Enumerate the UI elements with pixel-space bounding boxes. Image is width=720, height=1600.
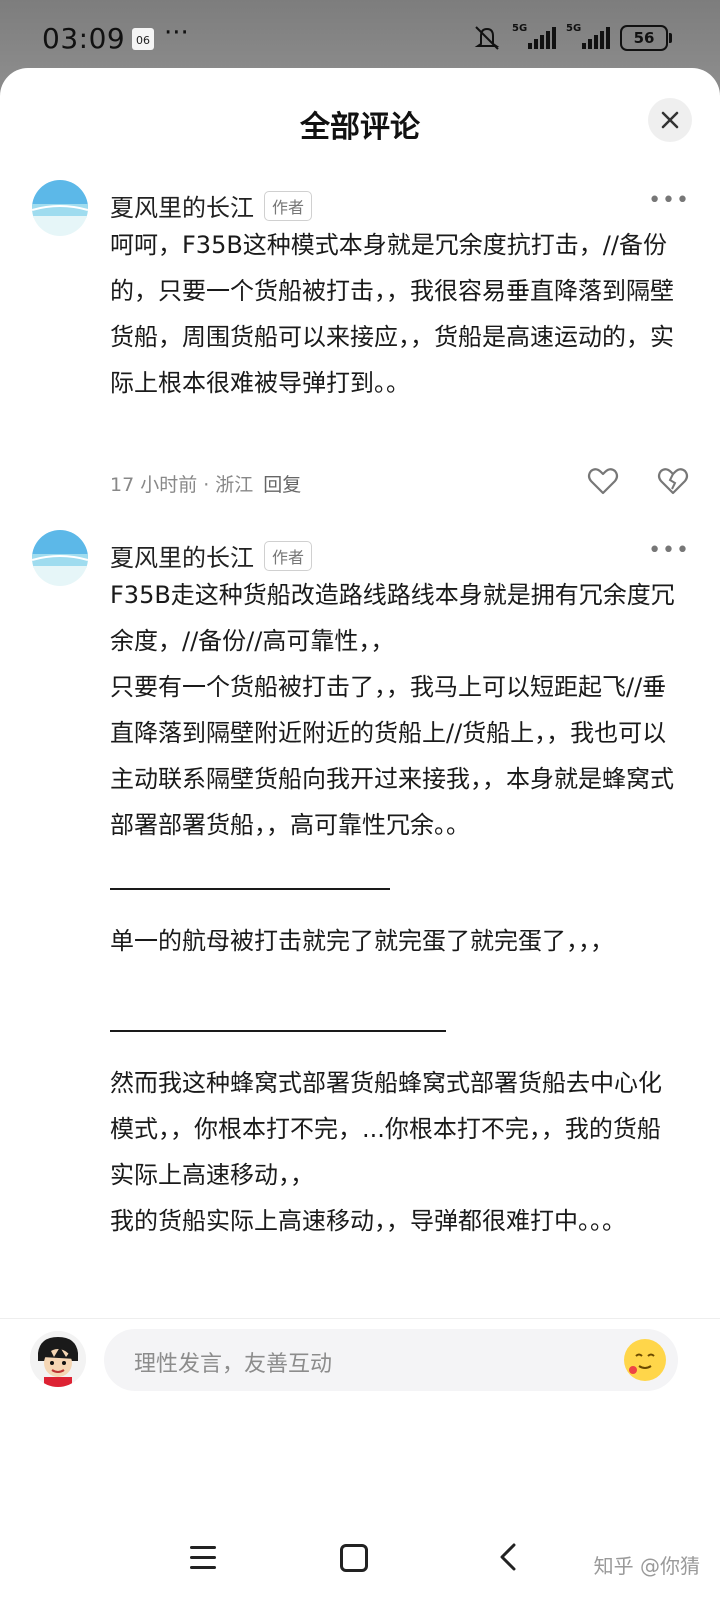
comment-text: 呵呵，F35B这种模式本身就是冗余度抗打击，//备份的，只要一个货船被打击，，我… xyxy=(110,231,674,397)
user-avatar[interactable] xyxy=(30,1331,86,1387)
comment-time: 17 小时前 xyxy=(110,474,198,496)
comment-meta: 17 小时前 · 浙江 回复 xyxy=(110,470,301,497)
close-icon xyxy=(661,111,679,129)
recent-apps-icon[interactable] xyxy=(190,1546,216,1569)
author-badge: 作者 xyxy=(264,190,313,221)
input-placeholder: 理性发言，友善互动 xyxy=(134,1352,333,1377)
author-row: 夏风里的长江 作者 xyxy=(110,188,313,223)
heart-icon xyxy=(587,468,619,495)
author-name[interactable]: 夏风里的长江 xyxy=(110,188,254,223)
author-badge: 作者 xyxy=(264,540,313,571)
signal-icon-2: 5G xyxy=(566,23,610,49)
back-icon[interactable] xyxy=(498,1542,518,1580)
status-icons: 5G 5G 56 xyxy=(472,23,672,51)
comment-paragraph-3: 然而我这种蜂窝式部署货船蜂窝式部署货船去中心化模式，，你根本打不完，...你根本… xyxy=(110,1069,662,1235)
home-icon[interactable] xyxy=(340,1544,368,1572)
like-button[interactable] xyxy=(586,464,620,498)
sheet-title: 全部评论 xyxy=(300,110,420,145)
comments-sheet: 全部评论 夏风里的长江 作者 ••• 呵呵，F35B这种模式本身就是冗余度抗打击… xyxy=(0,68,720,1600)
reply-button[interactable]: 回复 xyxy=(263,474,301,496)
calendar-icon: 06 xyxy=(132,28,154,50)
avatar[interactable] xyxy=(32,530,88,586)
comment-paragraph-2: 单一的航母被打击就完了就完蛋了就完蛋了，，， xyxy=(110,927,614,955)
status-time: 03:09 xyxy=(42,22,126,55)
more-notifications-icon: ··· xyxy=(164,18,189,48)
divider-line xyxy=(110,1030,446,1032)
dislike-button[interactable] xyxy=(656,464,690,498)
comment-input[interactable]: 理性发言，友善互动 xyxy=(104,1329,678,1391)
network-type-1: 5G xyxy=(512,23,528,34)
signal-icon-1: 5G xyxy=(512,23,556,49)
broken-heart-icon xyxy=(657,468,689,495)
more-options-icon[interactable]: ••• xyxy=(648,538,690,563)
mute-icon xyxy=(474,26,500,50)
watermark: 知乎 @你猜 xyxy=(593,1554,700,1578)
emoji-icon xyxy=(626,1341,664,1379)
author-row: 夏风里的长江 作者 xyxy=(110,538,313,573)
comment-input-bar: 理性发言，友善互动 xyxy=(0,1318,720,1409)
comment-paragraph-1: F35B走这种货船改造路线路线本身就是拥有冗余度冗余度，//备份//高可靠性，，… xyxy=(110,581,675,839)
more-options-icon[interactable]: ••• xyxy=(648,188,690,213)
meta-separator: · xyxy=(203,474,210,496)
divider-line xyxy=(110,888,390,890)
emoji-button[interactable] xyxy=(624,1339,666,1381)
network-type-2: 5G xyxy=(566,23,582,34)
battery-icon: 56 xyxy=(620,25,672,51)
avatar[interactable] xyxy=(32,180,88,236)
close-button[interactable] xyxy=(648,98,692,142)
comment-item: 夏风里的长江 作者 ••• F35B走这种货船改造路线路线本身就是拥有冗余度冗余… xyxy=(0,530,720,1310)
author-name[interactable]: 夏风里的长江 xyxy=(110,538,254,573)
comment-location: 浙江 xyxy=(215,474,254,496)
comment-item: 夏风里的长江 作者 ••• 呵呵，F35B这种模式本身就是冗余度抗打击，//备份… xyxy=(0,180,720,510)
